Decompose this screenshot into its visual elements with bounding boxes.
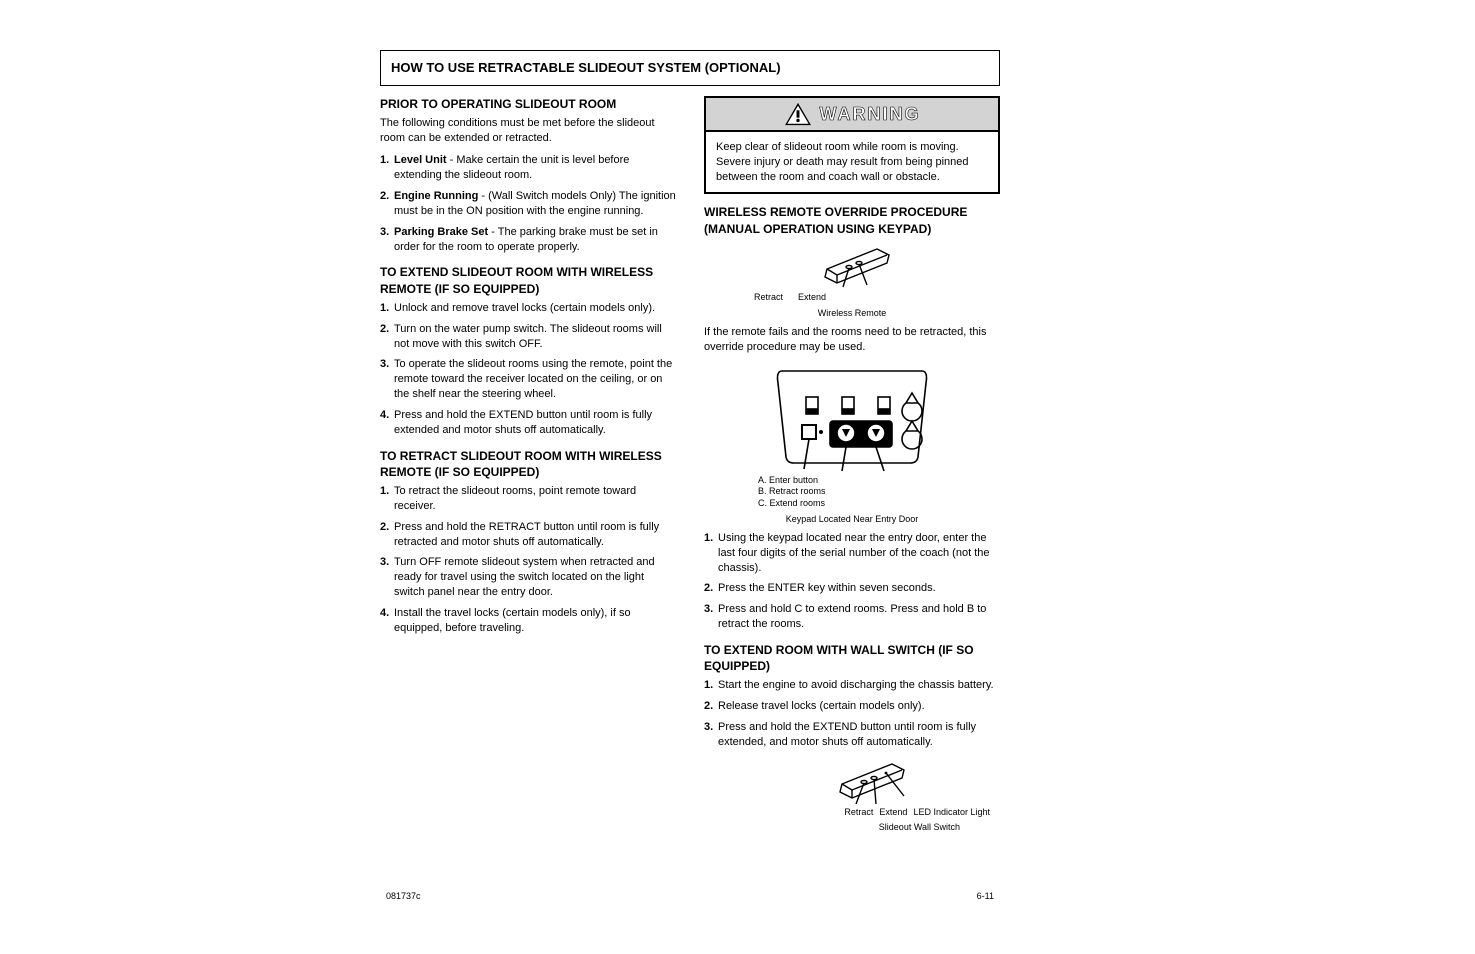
wall-switch-captions: Retract Extend LED Indicator Light	[704, 806, 990, 818]
warning-label: WARNING	[820, 102, 921, 126]
extend-heading: TO EXTEND SLIDEOUT ROOM WITH WIRELESS RE…	[380, 264, 676, 296]
wall-heading: TO EXTEND ROOM WITH WALL SWITCH (IF SO E…	[704, 642, 1000, 674]
wall-led-label: LED Indicator Light	[913, 806, 990, 818]
override-item-3: Press and hold C to extend rooms. Press …	[718, 602, 1000, 632]
wall-extend-label: Extend	[879, 806, 907, 818]
wall-item-3: Press and hold the EXTEND button until r…	[718, 720, 1000, 750]
prior-item-3-bold: Parking Brake Set	[394, 226, 488, 238]
extend-list: 1.Unlock and remove travel locks (certai…	[380, 301, 676, 438]
page-content: HOW TO USE RETRACTABLE SLIDEOUT SYSTEM (…	[380, 50, 1000, 910]
keypad-icon	[752, 363, 952, 473]
two-column-layout: PRIOR TO OPERATING SLIDEOUT ROOM The fol…	[380, 96, 1000, 839]
prior-body: The following conditions must be met bef…	[380, 116, 676, 146]
prior-list: 1.Level Unit - Make certain the unit is …	[380, 153, 676, 254]
section-title-text: HOW TO USE RETRACTABLE SLIDEOUT SYSTEM (…	[391, 60, 781, 75]
extend-item-3: To operate the slideout rooms using the …	[394, 357, 676, 402]
retract-list: 1.To retract the slideout rooms, point r…	[380, 484, 676, 636]
page-footer: 081737c 6-11	[380, 890, 1000, 902]
wall-switch-icon	[824, 756, 914, 804]
extend-item-1: Unlock and remove travel locks (certain …	[394, 301, 676, 316]
section-title: HOW TO USE RETRACTABLE SLIDEOUT SYSTEM (…	[380, 50, 1000, 86]
footer-right: 6-11	[977, 890, 994, 902]
warning-body: Keep clear of slideout room while room i…	[706, 132, 998, 193]
extend-item-2: Turn on the water pump switch. The slide…	[394, 322, 676, 352]
retract-item-2: Press and hold the RETRACT button until …	[394, 520, 676, 550]
retract-item-1: To retract the slideout rooms, point rem…	[394, 484, 676, 514]
wall-list: 1.Start the engine to avoid discharging …	[704, 678, 1000, 749]
legend-c: C. Extend rooms	[758, 498, 825, 510]
warning-box: WARNING Keep clear of slideout room whil…	[704, 96, 1000, 195]
legend-b: B. Retract rooms	[758, 486, 826, 498]
wall-switch-note: Slideout Wall Switch	[704, 821, 960, 833]
keypad-legend: A. Enter button B. Retract rooms C. Exte…	[744, 475, 1000, 510]
prior-item-1-bold: Level Unit	[394, 154, 447, 166]
remote-extend-label: Extend	[798, 292, 826, 302]
wall-item-2: Release travel locks (certain models onl…	[718, 699, 1000, 714]
retract-item-3: Turn OFF remote slideout system when ret…	[394, 555, 676, 600]
remote-note: Wireless Remote	[704, 307, 1000, 319]
remote-caption: Retract Extend	[754, 291, 1000, 303]
prior-item-2-bold: Engine Running	[394, 190, 478, 202]
footer-left: 081737c	[386, 890, 421, 902]
override-heading: WIRELESS REMOTE OVERRIDE PROCEDURE (MANU…	[704, 204, 1000, 236]
wireless-remote-icon	[807, 241, 897, 289]
override-item-1: Using the keypad located near the entry …	[718, 531, 1000, 576]
remote-retract-label: Retract	[754, 292, 783, 302]
retract-heading: TO RETRACT SLIDEOUT ROOM WITH WIRELESS R…	[380, 448, 676, 480]
warning-header: WARNING	[706, 98, 998, 132]
override-intro: If the remote fails and the rooms need t…	[704, 325, 1000, 355]
legend-a: A. Enter button	[758, 475, 818, 487]
warning-triangle-icon	[784, 102, 812, 126]
right-column: WARNING Keep clear of slideout room whil…	[704, 96, 1000, 839]
prior-heading: PRIOR TO OPERATING SLIDEOUT ROOM	[380, 96, 676, 112]
override-list: 1.Using the keypad located near the entr…	[704, 531, 1000, 632]
left-column: PRIOR TO OPERATING SLIDEOUT ROOM The fol…	[380, 96, 676, 839]
override-item-2: Press the ENTER key within seven seconds…	[718, 581, 1000, 596]
wall-retract-label: Retract	[844, 806, 873, 818]
keypad-caption: Keypad Located Near Entry Door	[704, 513, 1000, 525]
wall-item-1: Start the engine to avoid discharging th…	[718, 678, 1000, 693]
retract-item-4: Install the travel locks (certain models…	[394, 606, 676, 636]
extend-item-4: Press and hold the EXTEND button until r…	[394, 408, 676, 438]
